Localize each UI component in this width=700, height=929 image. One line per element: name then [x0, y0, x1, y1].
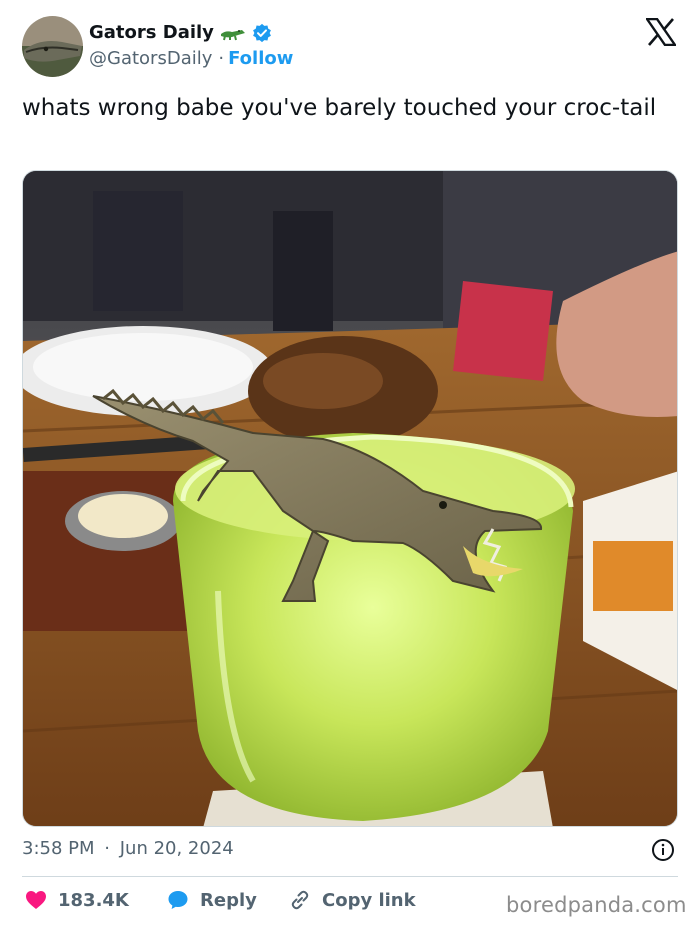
- x-logo-icon[interactable]: [644, 17, 678, 47]
- follow-button[interactable]: Follow: [228, 48, 293, 69]
- name-row: Gators Daily: [89, 22, 272, 43]
- tweet-date: Jun 20, 2024: [119, 838, 234, 859]
- reply-button[interactable]: Reply: [166, 888, 257, 912]
- heart-icon: [26, 891, 46, 909]
- tweet-text: whats wrong babe you've barely touched y…: [22, 95, 657, 121]
- verified-badge-icon: [252, 23, 272, 43]
- tweet-photo[interactable]: [22, 170, 678, 827]
- copy-link-label: Copy link: [322, 889, 416, 911]
- display-name[interactable]: Gators Daily: [89, 22, 214, 43]
- timestamp[interactable]: 3:58 PM · Jun 20, 2024: [22, 838, 234, 859]
- avatar-image: [22, 16, 83, 77]
- copy-link-button[interactable]: Copy link: [288, 888, 416, 912]
- handle[interactable]: @GatorsDaily: [89, 48, 212, 69]
- tweet-time: 3:58 PM: [22, 838, 95, 859]
- handle-separator: ·: [218, 48, 225, 69]
- divider: [22, 876, 678, 877]
- reply-label: Reply: [200, 889, 257, 911]
- like-button[interactable]: 183.4K: [24, 888, 129, 912]
- like-count: 183.4K: [58, 889, 129, 911]
- boredpanda-watermark: boredpanda.com: [506, 893, 687, 917]
- handle-row: @GatorsDaily · Follow: [89, 48, 293, 69]
- info-icon[interactable]: [651, 838, 675, 862]
- crocodile-emoji-icon: [220, 24, 246, 42]
- reply-bubble-icon: [168, 891, 188, 909]
- link-icon: [291, 890, 309, 910]
- time-separator: ·: [104, 838, 110, 859]
- croc-tail-drink-image: [23, 171, 677, 826]
- tweet-card: Gators Daily @GatorsDaily · Follow whats…: [0, 0, 700, 929]
- avatar[interactable]: [22, 16, 83, 77]
